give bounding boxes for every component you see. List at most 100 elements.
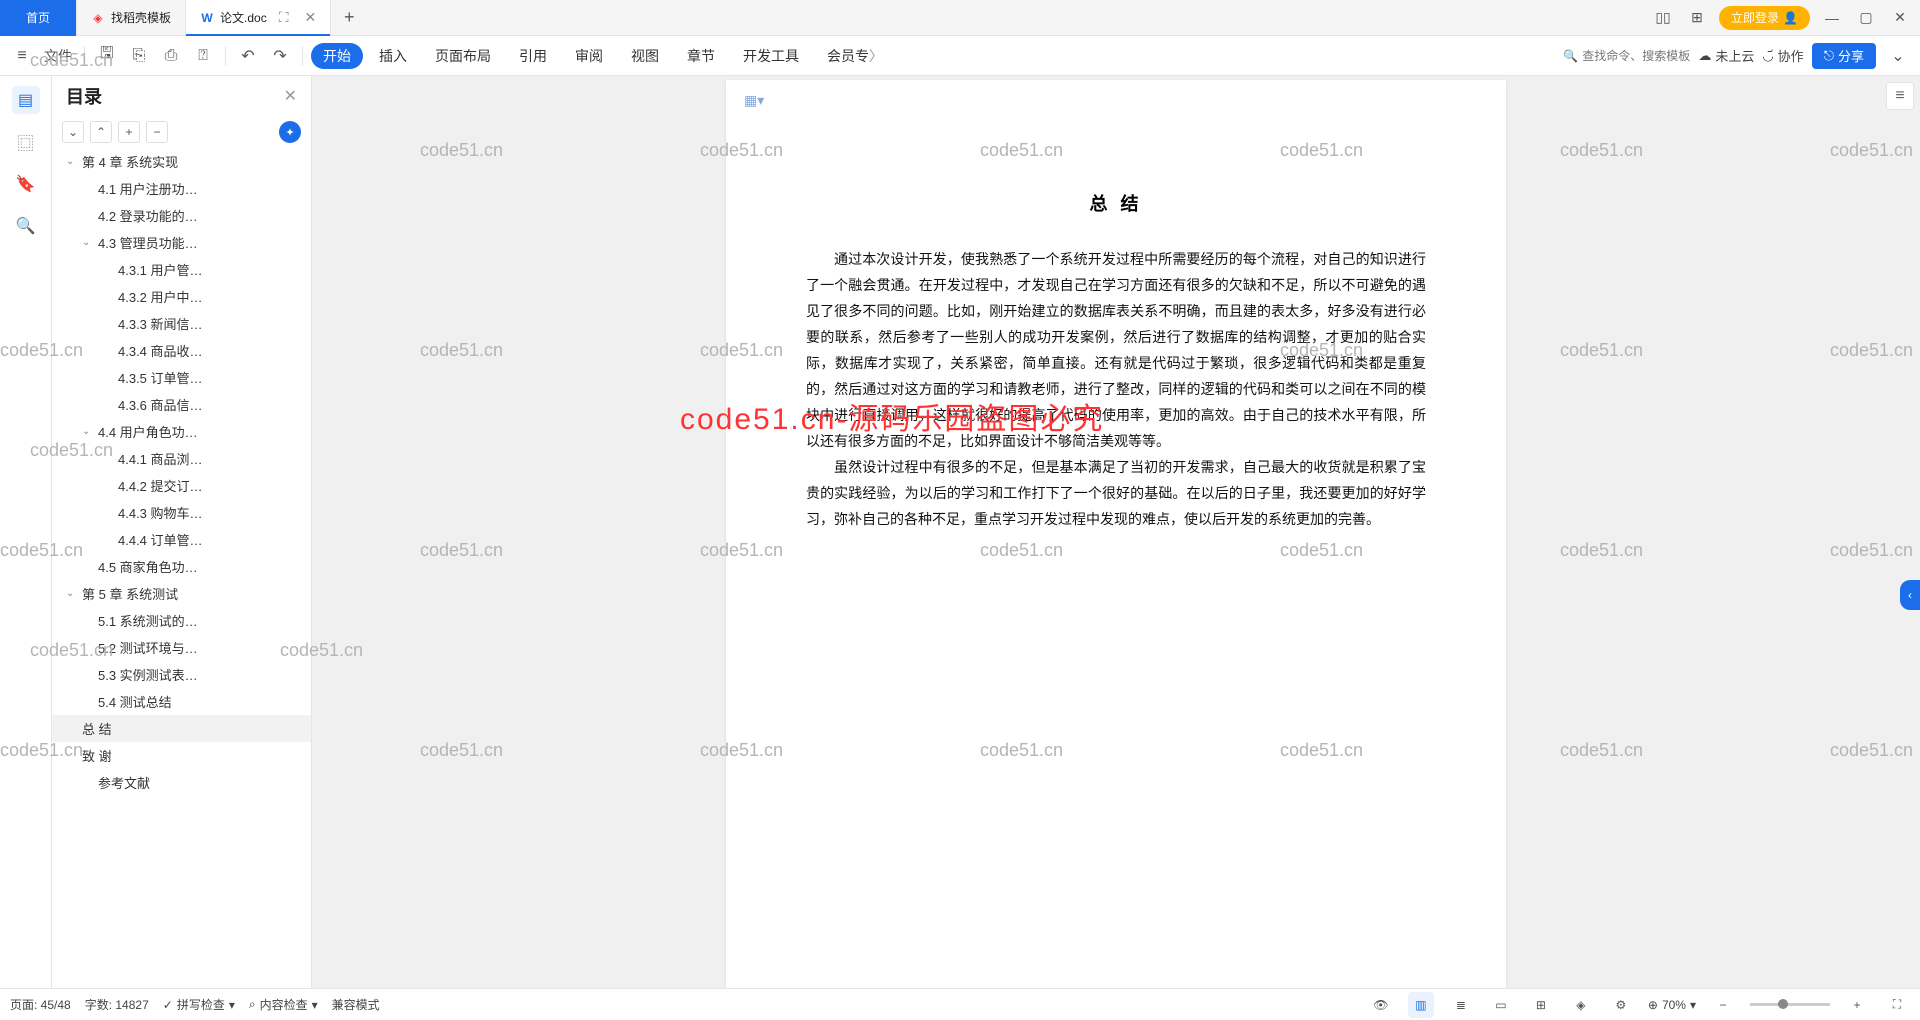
doc-paragraph-1: 通过本次设计开发，使我熟悉了一个系统开发过程中所需要经历的每个流程，对自己的知识… [806, 246, 1426, 454]
search-icon: 🔍 [1563, 49, 1578, 63]
page-rail-icon[interactable]: ⿴ [12, 128, 40, 156]
outline-item[interactable]: 4.3.5 订单管… [52, 364, 311, 391]
cloud-status[interactable]: ☁未上云 [1698, 46, 1754, 65]
outline-item[interactable]: 5.2 测试环境与… [52, 634, 311, 661]
fullscreen-icon[interactable]: ⛶ [1884, 992, 1910, 1018]
ai-icon[interactable]: ✦ [279, 121, 301, 143]
ribbon: ≡ 文件 🖫 ⎘ ⎙ ⍰ ↶ ↷ 开始 插入 页面布局 引用 审阅 视图 章节 … [0, 36, 1920, 76]
tab-home[interactable]: 首页 [0, 0, 77, 36]
view-page-icon[interactable]: ▥ [1408, 992, 1434, 1018]
outline-item[interactable]: 5.3 实例测试表… [52, 661, 311, 688]
outline-title: 目录 [66, 83, 102, 109]
ribbon-tab-insert[interactable]: 插入 [367, 36, 419, 76]
file-menu[interactable]: 文件 [40, 42, 76, 70]
share-button[interactable]: ⎋分享 [1812, 43, 1876, 69]
add-tab-button[interactable]: + [331, 7, 367, 28]
page-flag-icon[interactable]: ▦▾ [744, 92, 764, 109]
zoom-control[interactable]: ⊕70%▾ [1648, 998, 1696, 1012]
outline-item[interactable]: 参考文献 [52, 769, 311, 796]
ribbon-tab-dev[interactable]: 开发工具 [731, 36, 811, 76]
coop-button[interactable]: ◡᷄协作 [1762, 46, 1803, 65]
print-icon[interactable]: ⎙ [157, 42, 185, 70]
screen-icon[interactable]: ⛶ [279, 9, 289, 26]
ribbon-tab-view[interactable]: 视图 [619, 36, 671, 76]
outline-rail-icon[interactable]: ▤ [12, 86, 40, 114]
login-button[interactable]: 立即登录👤 [1719, 6, 1810, 30]
view-web-icon[interactable]: ⊞ [1528, 992, 1554, 1018]
fire-icon: ◈ [91, 11, 105, 25]
outline-item[interactable]: ⌄4.4 用户角色功… [52, 418, 311, 445]
outline-item[interactable]: 4.3.6 商品信… [52, 391, 311, 418]
close-outline-icon[interactable]: ✕ [284, 86, 297, 106]
outline-item[interactable]: 4.2 登录功能的… [52, 202, 311, 229]
outline-item[interactable]: 4.4.1 商品浏… [52, 445, 311, 472]
collapse-icon[interactable]: ⌃ [90, 121, 112, 143]
tab-template-label: 找稻壳模板 [111, 9, 171, 26]
outline-item[interactable]: 4.5 商家角色功… [52, 553, 311, 580]
ribbon-tab-ref[interactable]: 引用 [507, 36, 559, 76]
outline-item[interactable]: 4.3.1 用户管… [52, 256, 311, 283]
outline-item[interactable]: 总 结 [52, 715, 311, 742]
menu-icon[interactable]: ≡ [8, 42, 36, 70]
tab-document[interactable]: W 论文.doc ⛶ ✕ [186, 0, 331, 36]
tab-template[interactable]: ◈ 找稻壳模板 [77, 0, 186, 36]
close-window-icon[interactable]: ✕ [1888, 6, 1912, 30]
saveas-icon[interactable]: ⎘ [125, 42, 153, 70]
outline-item[interactable]: 5.4 测试总结 [52, 688, 311, 715]
save-icon[interactable]: 🖫 [93, 42, 121, 70]
outline-item[interactable]: ⌄第 5 章 系统测试 [52, 580, 311, 607]
view-outline-icon[interactable]: ≣ [1448, 992, 1474, 1018]
more-icon[interactable]: ⌄ [1884, 42, 1912, 70]
view-comment-icon[interactable]: ◈ [1568, 992, 1594, 1018]
outline-item[interactable]: 4.1 用户注册功… [52, 175, 311, 202]
right-panel-toggle[interactable]: ≡ [1886, 82, 1914, 110]
outline-item[interactable]: ⌄4.3 管理员功能… [52, 229, 311, 256]
outline-item[interactable]: 4.3.2 用户中… [52, 283, 311, 310]
minimize-icon[interactable]: — [1820, 6, 1844, 30]
word-icon: W [200, 11, 214, 25]
ribbon-tab-vip[interactable]: 会员专〉 [815, 36, 895, 76]
ribbon-tab-start[interactable]: 开始 [311, 43, 363, 69]
search-rail-icon[interactable]: 🔍 [12, 212, 40, 240]
bookmark-rail-icon[interactable]: 🔖 [12, 170, 40, 198]
redo-icon[interactable]: ↷ [266, 42, 294, 70]
compat-mode[interactable]: 兼容模式 [332, 996, 380, 1013]
document-page: ▦▾ 总 结 通过本次设计开发，使我熟悉了一个系统开发过程中所需要经历的每个流程… [726, 80, 1506, 988]
outline-item[interactable]: 致 谢 [52, 742, 311, 769]
undo-icon[interactable]: ↶ [234, 42, 262, 70]
layout-icon[interactable]: ▯▯ [1651, 6, 1675, 30]
maximize-icon[interactable]: ▢ [1854, 6, 1878, 30]
ribbon-tab-chapter[interactable]: 章节 [675, 36, 727, 76]
remove-icon[interactable]: − [146, 121, 168, 143]
outline-item[interactable]: 4.4.3 购物车… [52, 499, 311, 526]
close-tab-icon[interactable]: ✕ [305, 9, 317, 26]
settings-icon[interactable]: ⚙ [1608, 992, 1634, 1018]
chevron-down-icon: ⌄ [82, 426, 94, 437]
document-canvas[interactable]: ▦▾ 总 结 通过本次设计开发，使我熟悉了一个系统开发过程中所需要经历的每个流程… [312, 76, 1920, 988]
ribbon-tab-review[interactable]: 审阅 [563, 36, 615, 76]
word-count[interactable]: 字数: 14827 [85, 996, 149, 1013]
outline-item[interactable]: 4.3.4 商品收… [52, 337, 311, 364]
eye-icon[interactable]: 👁 [1368, 992, 1394, 1018]
spellcheck-button[interactable]: ✓拼写检查▾ [163, 996, 235, 1013]
command-search[interactable]: 🔍查找命令、搜索模板 [1563, 47, 1690, 64]
zoom-out-icon[interactable]: − [1710, 992, 1736, 1018]
outline-item[interactable]: ⌄第 4 章 系统实现 [52, 148, 311, 175]
preview-icon[interactable]: ⍰ [189, 42, 217, 70]
view-read-icon[interactable]: ▭ [1488, 992, 1514, 1018]
page-indicator[interactable]: 页面: 45/48 [10, 996, 71, 1013]
side-flag-icon[interactable]: ‹ [1900, 580, 1920, 610]
expand-icon[interactable]: ⌄ [62, 121, 84, 143]
outline-item[interactable]: 5.1 系统测试的… [52, 607, 311, 634]
outline-item[interactable]: 4.3.3 新闻信… [52, 310, 311, 337]
zoom-slider[interactable] [1750, 1003, 1830, 1006]
content-check-button[interactable]: ⌕内容检查▾ [249, 996, 318, 1013]
outline-item[interactable]: 4.4.4 订单管… [52, 526, 311, 553]
add-icon[interactable]: + [118, 121, 140, 143]
zoom-in-icon[interactable]: + [1844, 992, 1870, 1018]
tab-document-label: 论文.doc [220, 9, 267, 26]
apps-icon[interactable]: ⊞ [1685, 6, 1709, 30]
doc-heading: 总 结 [806, 190, 1426, 216]
ribbon-tab-layout[interactable]: 页面布局 [423, 36, 503, 76]
outline-item[interactable]: 4.4.2 提交订… [52, 472, 311, 499]
